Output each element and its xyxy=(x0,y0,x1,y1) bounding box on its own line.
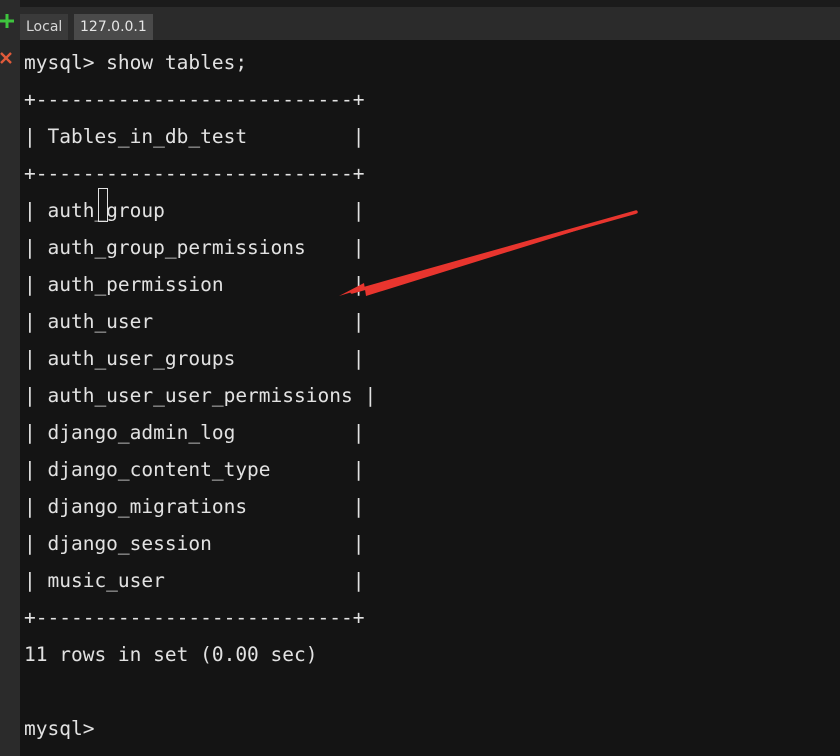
close-icon[interactable] xyxy=(0,52,12,64)
command-line: mysql> show tables; xyxy=(24,51,248,74)
table-row: | auth_user_user_permissions | xyxy=(24,384,377,407)
table-row: | django_content_type | xyxy=(24,458,365,481)
table-header-row: | Tables_in_db_test | xyxy=(24,125,365,148)
table-row: | auth_user_groups | xyxy=(24,347,365,370)
table-border-bottom: +---------------------------+ xyxy=(24,606,365,629)
table-row: | django_migrations | xyxy=(24,495,365,518)
table-row: | auth_permission | xyxy=(24,273,365,296)
plus-icon[interactable] xyxy=(0,14,14,28)
table-border-mid: +---------------------------+ xyxy=(24,162,365,185)
tab-bar: Local 127.0.0.1 xyxy=(20,0,840,40)
tab-remote-host[interactable]: 127.0.0.1 xyxy=(74,14,153,40)
table-border-top: +---------------------------+ xyxy=(24,88,365,111)
terminal-output[interactable]: mysql> show tables; +-------------------… xyxy=(24,44,836,756)
text-cursor xyxy=(98,188,108,222)
table-row: | django_session | xyxy=(24,532,365,555)
table-row: | auth_group | xyxy=(24,199,365,222)
session-sidebar xyxy=(0,0,20,756)
result-summary: 11 rows in set (0.00 sec) xyxy=(24,643,318,666)
table-row: | auth_user | xyxy=(24,310,365,333)
tab-local[interactable]: Local xyxy=(20,14,69,40)
table-row: | auth_group_permissions | xyxy=(24,236,365,259)
table-row: | django_admin_log | xyxy=(24,421,365,444)
table-row: | music_user | xyxy=(24,569,365,592)
prompt-line: mysql> xyxy=(24,717,95,740)
